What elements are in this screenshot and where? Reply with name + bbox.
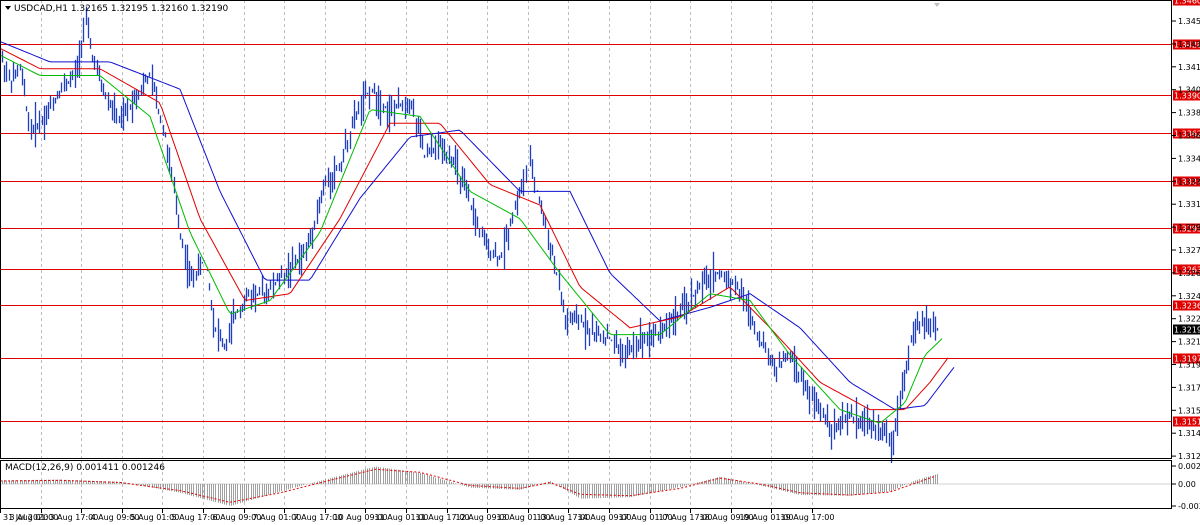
price-tick-label: 1.32965 — [1178, 223, 1200, 232]
dropdown-arrow-icon[interactable] — [5, 6, 11, 10]
macd-tick-label: -0.00330 — [1178, 502, 1200, 511]
shift-marker-icon[interactable] — [934, 3, 940, 7]
price-tick-label: 1.33140 — [1178, 200, 1200, 209]
chart-window[interactable]: 1.346041.342821.339081.336261.332781.329… — [0, 0, 1200, 525]
price-tick-label: 1.31760 — [1178, 383, 1200, 392]
price-tick-label: 1.32620 — [1178, 269, 1200, 278]
price-tick-label: 1.32280 — [1178, 315, 1200, 324]
level-label: 1.31514 — [1174, 418, 1200, 427]
price-tick-label: 1.31590 — [1178, 406, 1200, 415]
current-price-label: 1.32190 — [1174, 326, 1200, 335]
chart-canvas[interactable]: 1.346041.342821.339081.336261.332781.329… — [0, 0, 1200, 525]
price-tick-label: 1.32105 — [1178, 338, 1200, 347]
price-tick-label: 1.31245 — [1178, 452, 1200, 461]
symbol-caption: USDCAD,H1 1.32165 1.32195 1.32160 1.3219… — [14, 4, 229, 14]
macd-caption: MACD(12,26,9) 0.001411 0.001246 — [5, 463, 165, 473]
price-tick-label: 1.34350 — [1178, 40, 1200, 49]
price-tick-label: 1.32450 — [1178, 292, 1200, 301]
price-tick-label: 1.34000 — [1178, 86, 1200, 95]
price-tick-label: 1.33655 — [1178, 132, 1200, 141]
price-tick-label: 1.31415 — [1178, 429, 1200, 438]
horizontal-levels: 1.346041.342821.339081.336261.332781.329… — [0, 0, 1200, 427]
price-tick-label: 1.33485 — [1178, 154, 1200, 163]
moving-averages — [0, 41, 955, 424]
grid — [41, 0, 813, 509]
price-panel-frame — [0, 0, 1172, 459]
price-tick-label: 1.31935 — [1178, 361, 1200, 370]
macd-tick-label: 0.00 — [1178, 480, 1196, 489]
price-tick-label: 1.34520 — [1178, 17, 1200, 26]
macd-panel — [0, 466, 1172, 506]
price-tick-label: 1.33310 — [1178, 177, 1200, 186]
level-label: 1.34604 — [1174, 0, 1200, 6]
price-tick-label: 1.32795 — [1178, 246, 1200, 255]
ma-fast-line — [0, 54, 943, 424]
macd-tick-label: 0.00245 — [1178, 462, 1200, 471]
price-tick-label: 1.33830 — [1178, 109, 1200, 118]
time-tick-label: 19 Aug 17:00 — [781, 513, 835, 522]
price-tick-label: 1.34175 — [1178, 63, 1200, 72]
axes: 31 Jul 20203 Aug 01:003 Aug 17:004 Aug 0… — [0, 0, 1200, 522]
level-label: 1.32368 — [1174, 302, 1200, 311]
symbol-header[interactable]: USDCAD,H1 1.32165 1.32195 1.32160 1.3219… — [5, 4, 229, 14]
